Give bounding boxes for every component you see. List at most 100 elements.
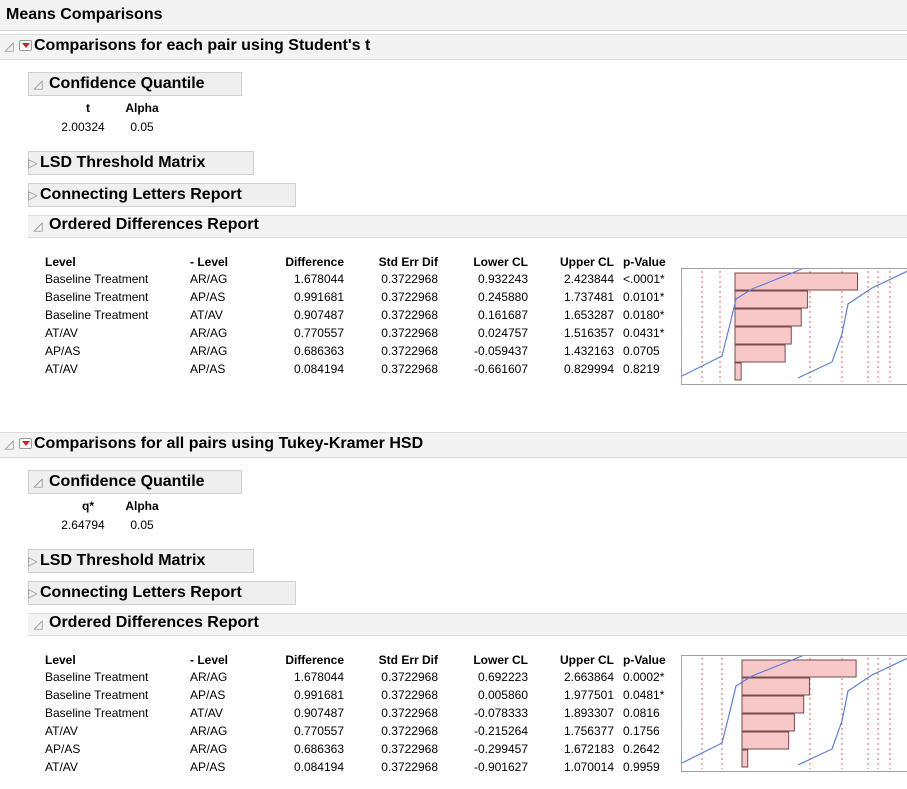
- table-cell: 0.1756: [623, 724, 660, 738]
- column-header: Lower CL: [473, 255, 528, 269]
- confidence-quantile-title: Confidence Quantile: [49, 75, 205, 92]
- alpha-value: 0.05: [130, 120, 154, 134]
- table-cell: AT/AV: [190, 706, 223, 720]
- table-cell: 0.686363: [293, 344, 344, 358]
- plot-canvas: [682, 656, 907, 769]
- table-cell: 0.991681: [293, 688, 344, 702]
- table-cell: 0.0002*: [623, 670, 665, 684]
- quantile-header: t: [86, 101, 90, 115]
- triangle-down-icon[interactable]: ◿: [32, 618, 44, 630]
- triangle-down-icon[interactable]: ◿: [32, 78, 44, 90]
- table-cell: 1.737481: [563, 290, 614, 304]
- table-cell: 0.932243: [477, 272, 528, 286]
- ordered-differences-title: Ordered Differences Report: [49, 614, 259, 631]
- table-cell: 0.245880: [477, 290, 528, 304]
- table-cell: 0.024757: [477, 326, 528, 340]
- table-cell: 0.3722968: [381, 326, 438, 340]
- table-cell: 1.653287: [563, 308, 614, 322]
- table-cell: <.0001*: [623, 272, 665, 286]
- triangle-down-icon[interactable]: ◿: [3, 40, 15, 52]
- plot-canvas: [682, 269, 907, 382]
- ordered-differences-title: Ordered Differences Report: [49, 216, 259, 233]
- triangle-down-icon[interactable]: ◿: [3, 438, 15, 450]
- alpha-header: Alpha: [125, 499, 159, 513]
- table-cell: -0.078333: [473, 706, 528, 720]
- connecting-letters-title: Connecting Letters Report: [40, 584, 242, 601]
- connecting-letters-title: Connecting Letters Report: [40, 186, 242, 203]
- table-cell: 0.692223: [477, 670, 528, 684]
- table-cell: 1.756377: [563, 724, 614, 738]
- table-cell: 0.829994: [563, 362, 614, 376]
- difference-bar: [741, 749, 749, 768]
- table-cell: 0.907487: [293, 308, 344, 322]
- column-header: Upper CL: [560, 255, 614, 269]
- triangle-down-icon[interactable]: ◿: [32, 220, 44, 232]
- table-cell: 0.3722968: [381, 688, 438, 702]
- table-cell: 1.070014: [563, 760, 614, 774]
- table-cell: AP/AS: [45, 742, 81, 756]
- table-cell: 0.3722968: [381, 724, 438, 738]
- table-cell: 0.3722968: [381, 706, 438, 720]
- lsd-threshold-matrix-title: LSD Threshold Matrix: [40, 154, 206, 171]
- table-cell: -0.299457: [473, 742, 528, 756]
- table-cell: 0.3722968: [381, 308, 438, 322]
- table-cell: 0.991681: [293, 290, 344, 304]
- difference-bar: [734, 344, 786, 363]
- table-cell: 0.686363: [293, 742, 344, 756]
- table-cell: Baseline Treatment: [45, 706, 149, 720]
- table-cell: -0.901627: [473, 760, 528, 774]
- column-header: p-Value: [623, 255, 666, 269]
- column-header: Lower CL: [473, 653, 528, 667]
- column-header: Std Err Dif: [378, 653, 438, 667]
- triangle-right-icon[interactable]: ▷: [27, 587, 39, 599]
- table-cell: 1.893307: [563, 706, 614, 720]
- difference-bar: [734, 308, 802, 327]
- triangle-right-icon[interactable]: ▷: [27, 157, 39, 169]
- table-cell: AT/AV: [45, 362, 78, 376]
- table-cell: 2.663864: [563, 670, 614, 684]
- table-cell: AT/AV: [45, 326, 78, 340]
- difference-bar: [741, 677, 810, 696]
- column-header: Level: [45, 653, 76, 667]
- ordered-differences-plot: [681, 655, 907, 772]
- table-cell: -0.215264: [473, 724, 528, 738]
- column-header: Upper CL: [560, 653, 614, 667]
- table-cell: 0.0816: [623, 706, 660, 720]
- table-cell: Baseline Treatment: [45, 290, 149, 304]
- table-cell: Baseline Treatment: [45, 308, 149, 322]
- quantile-value: 2.64794: [61, 518, 105, 532]
- table-cell: AT/AV: [45, 760, 78, 774]
- table-cell: AP/AS: [190, 362, 226, 376]
- triangle-right-icon[interactable]: ▷: [27, 555, 39, 567]
- table-cell: 0.0705: [623, 344, 660, 358]
- table-cell: 1.977501: [563, 688, 614, 702]
- table-cell: -0.059437: [473, 344, 528, 358]
- triangle-right-icon[interactable]: ▷: [27, 189, 39, 201]
- table-cell: AR/AG: [190, 272, 228, 286]
- triangle-down-icon[interactable]: ◿: [32, 476, 44, 488]
- column-header: - Level: [190, 255, 229, 269]
- table-cell: 0.3722968: [381, 272, 438, 286]
- table-cell: 0.0431*: [623, 326, 665, 340]
- table-cell: 1.672183: [563, 742, 614, 756]
- column-header: Level: [45, 255, 76, 269]
- table-cell: AP/AS: [190, 760, 226, 774]
- difference-bar: [734, 272, 858, 291]
- table-cell: 0.770557: [293, 724, 344, 738]
- table-cell: 0.3722968: [381, 290, 438, 304]
- table-cell: 2.423844: [563, 272, 614, 286]
- difference-bar: [734, 326, 792, 345]
- quantile-value: 2.00324: [61, 120, 105, 134]
- table-cell: 0.161687: [477, 308, 528, 322]
- red-menu-icon[interactable]: [19, 438, 32, 449]
- page-title: Means Comparisons: [6, 6, 163, 23]
- section-title: Comparisons for all pairs using Tukey-Kr…: [34, 435, 424, 452]
- table-cell: 0.3722968: [381, 742, 438, 756]
- table-cell: AP/AS: [190, 688, 226, 702]
- table-cell: AR/AG: [190, 742, 228, 756]
- table-cell: 1.678044: [293, 670, 344, 684]
- table-cell: Baseline Treatment: [45, 670, 149, 684]
- alpha-value: 0.05: [130, 518, 154, 532]
- red-menu-icon[interactable]: [19, 40, 32, 51]
- table-cell: 0.084194: [293, 760, 344, 774]
